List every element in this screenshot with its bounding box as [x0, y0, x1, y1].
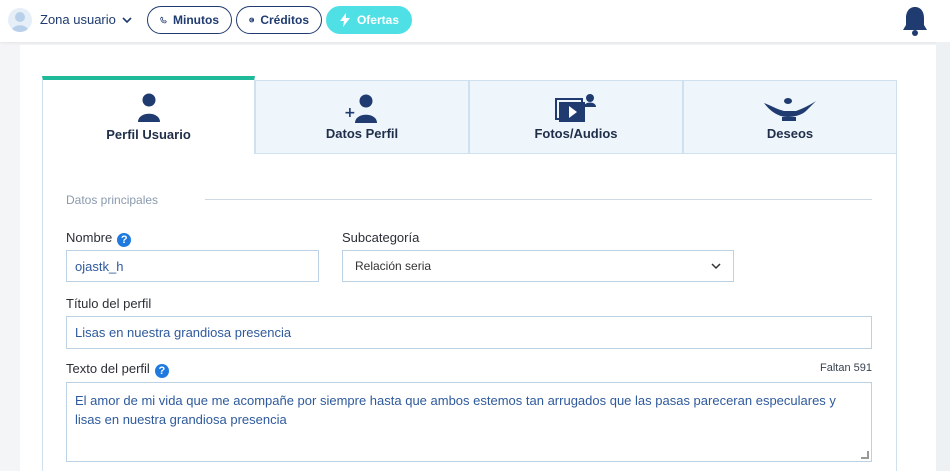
minutes-button[interactable]: Minutos [147, 6, 232, 34]
profile-text-label-row: Texto del perfil? [66, 361, 169, 378]
help-icon[interactable]: ? [117, 233, 132, 247]
subcategory-select[interactable]: Relación seria [342, 250, 734, 282]
resize-handle[interactable] [861, 451, 869, 459]
tab-label: Datos Perfil [325, 126, 399, 141]
remaining-characters: Faltan 591 [820, 362, 872, 374]
tab-label: Fotos/Audios [534, 126, 618, 141]
user-zone-label: Zona usuario [40, 12, 116, 27]
profile-title-label: Título del perfil [66, 296, 152, 311]
profile-title-field[interactable]: Lisas en nuestra grandiosa presencia [66, 316, 872, 349]
section-title: Datos principales [66, 193, 159, 207]
tab-perfil-usuario[interactable]: Perfil Usuario [42, 76, 255, 154]
tab-deseos[interactable]: Deseos [683, 80, 897, 154]
profile-tabs: Perfil Usuario + Datos Perfil Fotos/Audi… [42, 76, 897, 154]
profile-text-value: El amor de mi vida que me acompañe por s… [75, 393, 836, 427]
user-zone-menu[interactable]: Zona usuario [40, 12, 132, 27]
user-avatar-icon [11, 12, 29, 32]
user-plus-icon: + [344, 94, 377, 123]
minutes-label: Minutos [173, 13, 219, 27]
subcategory-label: Subcategoría [342, 230, 420, 245]
help-icon[interactable]: ? [154, 364, 169, 378]
profile-title-value: Lisas en nuestra grandiosa presencia [75, 325, 292, 340]
page-scrollbar[interactable] [936, 42, 950, 471]
svg-text:+: + [344, 105, 356, 121]
name-value: ojastk_h [75, 258, 124, 274]
tab-label: Deseos [766, 126, 814, 141]
avatar[interactable] [8, 8, 32, 32]
offers-button[interactable]: Ofertas [326, 6, 412, 34]
user-icon [137, 93, 160, 122]
section-divider [205, 199, 872, 200]
profile-text-area[interactable]: El amor de mi vida que me acompañe por s… [66, 382, 872, 462]
top-bar: Zona usuario Minutos Créditos Ofertas [0, 0, 950, 42]
credits-button[interactable]: Créditos [236, 6, 322, 34]
subcategory-value: Relación seria [355, 259, 432, 273]
tab-datos-perfil[interactable]: + Datos Perfil [255, 80, 469, 154]
phone-icon [160, 16, 167, 24]
lightning-icon [339, 13, 350, 27]
chevron-down-icon [711, 263, 721, 270]
chevron-down-icon [122, 16, 132, 23]
name-label: Nombre [66, 230, 113, 245]
notifications-bell[interactable] [901, 5, 929, 37]
magic-lamp-icon [764, 98, 816, 121]
tab-fotos-audios[interactable]: Fotos/Audios [469, 80, 683, 154]
bell-icon [903, 7, 927, 36]
name-field[interactable]: ojastk_h [66, 250, 319, 282]
name-label-row: Nombre? [66, 230, 132, 247]
video-user-icon [555, 94, 596, 122]
tab-label: Perfil Usuario [106, 127, 191, 142]
offers-label: Ofertas [356, 13, 399, 27]
credits-label: Créditos [260, 13, 309, 27]
profile-text-label: Texto del perfil [66, 361, 150, 376]
credit-coin-icon [249, 17, 255, 23]
